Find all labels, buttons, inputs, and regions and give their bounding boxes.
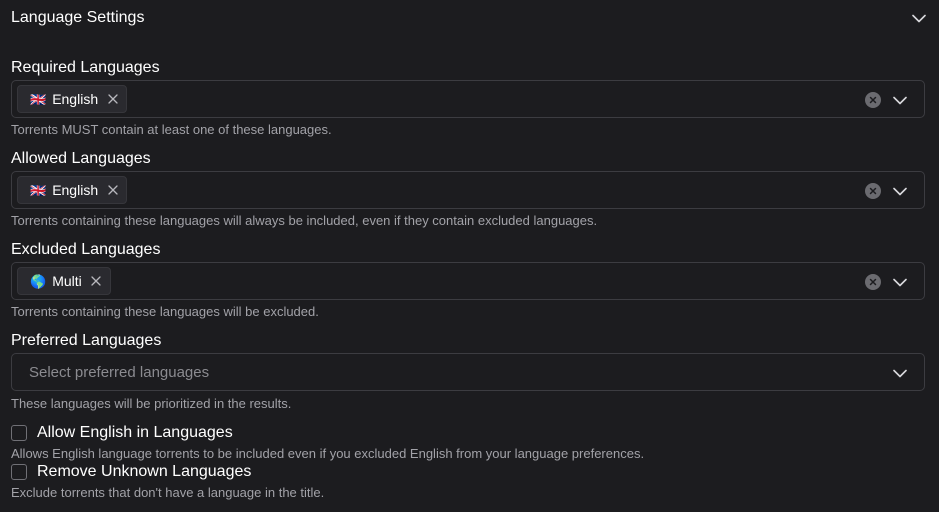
preferred-languages-help: These languages will be prioritized in t…	[11, 396, 292, 411]
tag-label: Multi	[52, 273, 82, 289]
allow-english-checkbox[interactable]	[11, 425, 27, 441]
clear-icon[interactable]	[865, 274, 881, 290]
required-language-tag: 🇬🇧 English	[17, 85, 128, 113]
remove-unknown-label[interactable]: Remove Unknown Languages	[37, 463, 251, 481]
remove-unknown-checkbox[interactable]	[11, 464, 27, 480]
excluded-languages-select[interactable]: 🌎 Multi	[11, 262, 925, 300]
allow-english-label[interactable]: Allow English in Languages	[37, 424, 233, 442]
allowed-language-tag: 🇬🇧 English	[17, 176, 128, 204]
chevron-down-icon[interactable]	[911, 10, 927, 26]
chevron-down-icon[interactable]	[892, 183, 908, 199]
uk-flag-icon: 🇬🇧	[30, 182, 47, 198]
allowed-languages-help: Torrents containing these languages will…	[11, 213, 598, 228]
tag-label: English	[52, 182, 99, 198]
uk-flag-icon: 🇬🇧	[30, 91, 47, 107]
preferred-languages-placeholder: Select preferred languages	[29, 364, 210, 381]
clear-icon[interactable]	[865, 92, 881, 108]
section-title: Language Settings	[11, 9, 145, 26]
clear-icon[interactable]	[865, 183, 881, 199]
preferred-languages-label: Preferred Languages	[11, 332, 162, 349]
remove-tag-icon[interactable]	[107, 94, 118, 105]
section-header[interactable]: Language Settings	[11, 7, 927, 29]
required-languages-label: Required Languages	[11, 59, 160, 76]
excluded-languages-help: Torrents containing these languages will…	[11, 304, 319, 319]
allowed-languages-label: Allowed Languages	[11, 150, 151, 167]
chevron-down-icon[interactable]	[892, 365, 908, 381]
remove-tag-icon[interactable]	[91, 276, 102, 287]
excluded-languages-label: Excluded Languages	[11, 241, 161, 258]
excluded-language-tag: 🌎 Multi	[17, 267, 111, 295]
preferred-languages-select[interactable]: Select preferred languages	[11, 353, 925, 391]
globe-icon: 🌎	[30, 273, 47, 289]
remove-unknown-help: Exclude torrents that don't have a langu…	[11, 485, 325, 500]
tag-label: English	[52, 91, 99, 107]
remove-tag-icon[interactable]	[107, 185, 118, 196]
chevron-down-icon[interactable]	[892, 274, 908, 290]
chevron-down-icon[interactable]	[892, 92, 908, 108]
required-languages-help: Torrents MUST contain at least one of th…	[11, 122, 332, 137]
allowed-languages-select[interactable]: 🇬🇧 English	[11, 171, 925, 209]
allow-english-help: Allows English language torrents to be i…	[11, 446, 645, 461]
required-languages-select[interactable]: 🇬🇧 English	[11, 80, 925, 118]
